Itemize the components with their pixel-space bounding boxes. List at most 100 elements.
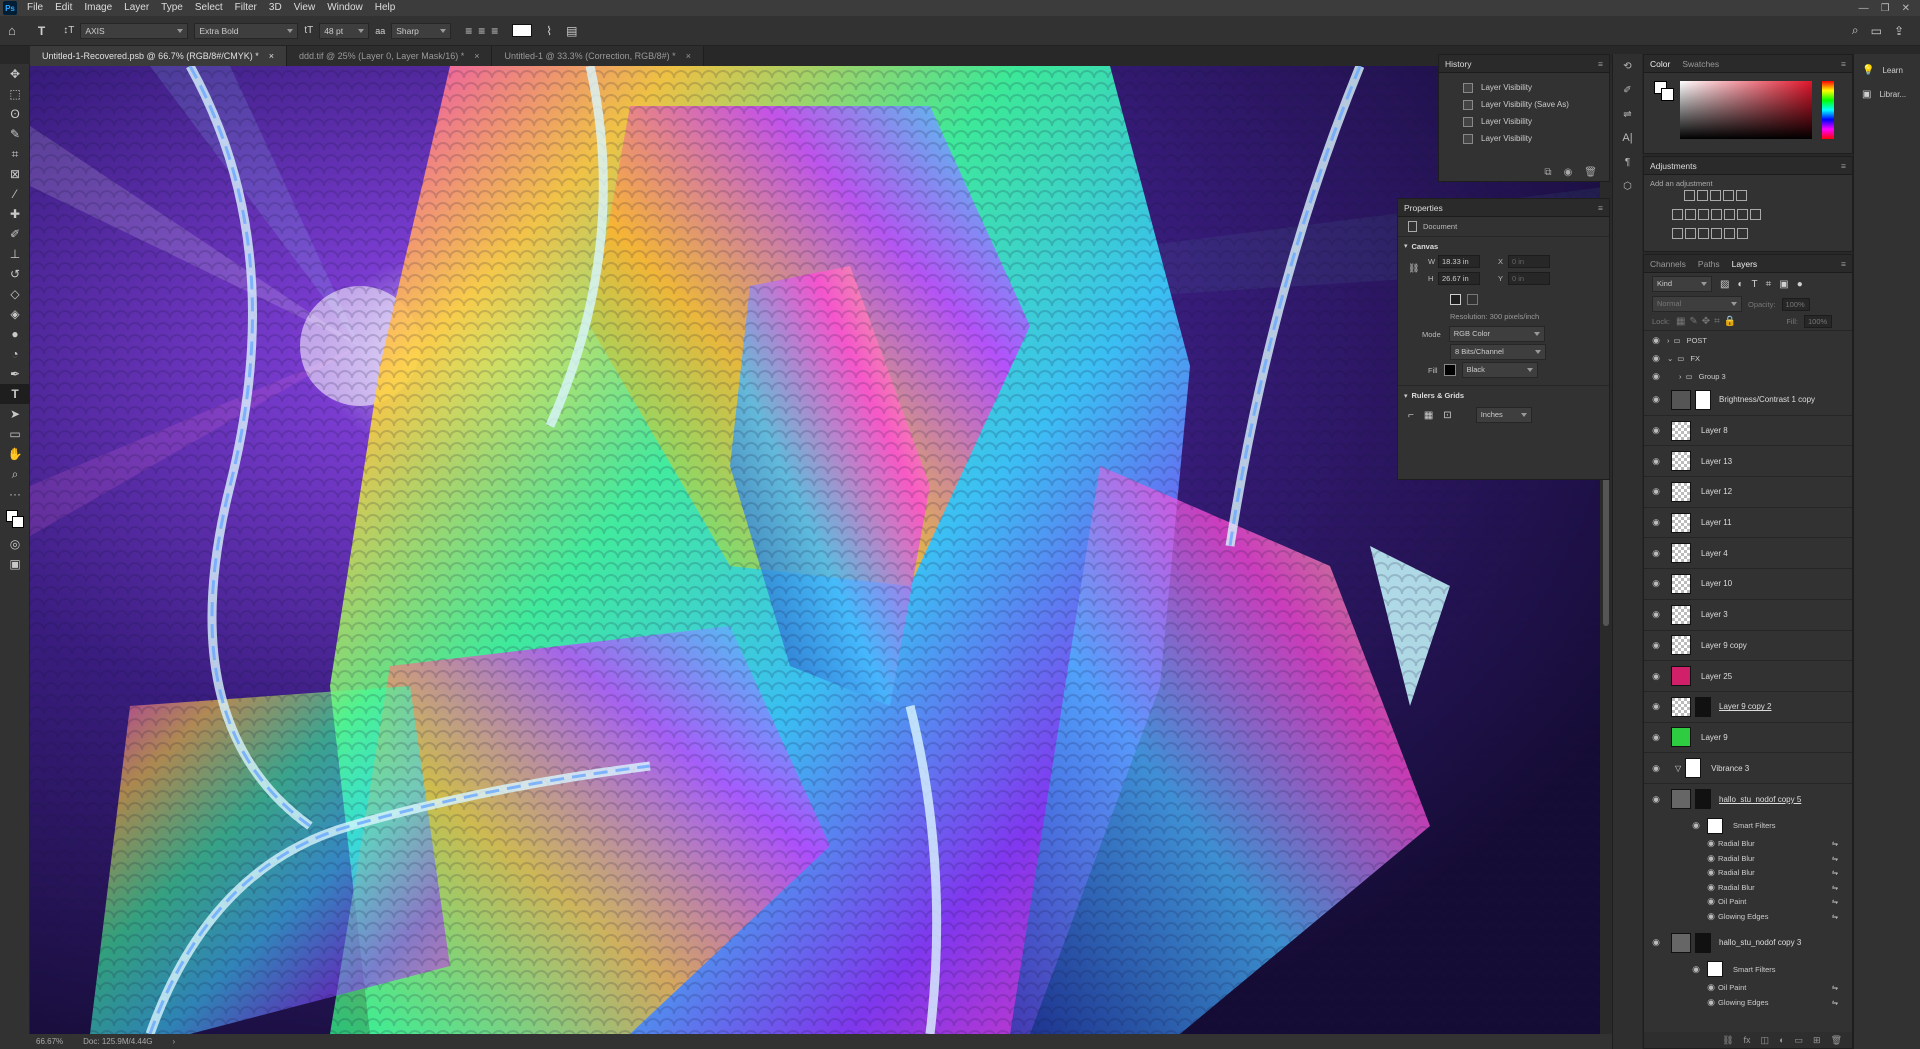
filter-type-icon[interactable]: T: [1752, 279, 1758, 290]
eye-icon[interactable]: ◉: [1689, 820, 1703, 831]
layer-group-row[interactable]: ◉ ⌄ ▭ FX: [1644, 349, 1852, 367]
layer-row[interactable]: ◉ hallo_stu_nodof copy 3: [1644, 928, 1852, 959]
filter-row[interactable]: ◉ Oil Paint ⇋: [1644, 980, 1852, 995]
menu-image[interactable]: Image: [78, 0, 118, 16]
eye-icon[interactable]: ◉: [1649, 794, 1663, 805]
menu-edit[interactable]: Edit: [49, 0, 78, 16]
eye-icon[interactable]: ◉: [1649, 701, 1663, 712]
filter-options-icon[interactable]: ⇋: [1832, 983, 1838, 992]
history-item[interactable]: Layer Visibility (Save As): [1439, 96, 1609, 113]
panel-menu-icon[interactable]: ≡: [1598, 59, 1603, 69]
eye-icon[interactable]: ◉: [1649, 371, 1663, 382]
history-item[interactable]: Layer Visibility: [1439, 130, 1609, 147]
paragraph-icon[interactable]: ¶: [1613, 150, 1642, 174]
close-icon[interactable]: ×: [269, 46, 274, 66]
eye-icon[interactable]: ◉: [1649, 335, 1663, 346]
eye-icon[interactable]: ◉: [1704, 896, 1718, 907]
tab-swatches[interactable]: Swatches: [1682, 59, 1719, 69]
eye-icon[interactable]: ◉: [1649, 456, 1663, 467]
layer-filter-dropdown[interactable]: Kind: [1652, 276, 1712, 292]
tab-color[interactable]: Color: [1650, 59, 1670, 69]
layer-row[interactable]: ◉ Layer 9 copy: [1644, 631, 1852, 662]
layer-row[interactable]: ◉ Layer 3: [1644, 600, 1852, 631]
close-icon[interactable]: ✕: [1902, 3, 1910, 14]
eye-icon[interactable]: ◉: [1649, 671, 1663, 682]
landscape-icon[interactable]: [1467, 293, 1478, 305]
toggle-orientation-icon[interactable]: ↕T: [63, 25, 74, 36]
layer-row[interactable]: ◉ ▽ Vibrance 3: [1644, 753, 1852, 784]
menu-filter[interactable]: Filter: [229, 0, 263, 16]
eye-icon[interactable]: ◉: [1649, 937, 1663, 948]
close-icon[interactable]: ×: [474, 46, 479, 66]
tab-layers[interactable]: Layers: [1732, 259, 1758, 269]
lasso-tool-icon[interactable]: ʘ: [0, 104, 30, 124]
home-icon[interactable]: ⌂: [8, 23, 16, 38]
filter-options-icon[interactable]: ⇋: [1832, 897, 1838, 906]
align-center-icon[interactable]: ≡: [478, 24, 485, 38]
filter-toggle-icon[interactable]: ●: [1797, 279, 1803, 290]
add-mask-icon[interactable]: ◫: [1761, 1035, 1770, 1046]
learn-button[interactable]: 💡 Learn: [1854, 58, 1920, 82]
tab-document-2[interactable]: ddd.tif @ 25% (Layer 0, Layer Mask/16) *…: [287, 46, 493, 66]
link-icon[interactable]: ⛓: [1408, 263, 1419, 274]
filter-options-icon[interactable]: ⇋: [1832, 883, 1838, 892]
pen-tool-icon[interactable]: ✒: [0, 364, 30, 384]
fill-color-swatch[interactable]: [1443, 364, 1456, 376]
document-canvas[interactable]: [30, 66, 1612, 1034]
layer-row[interactable]: ◉ Layer 8: [1644, 416, 1852, 447]
rectangle-tool-icon[interactable]: ▭: [0, 424, 30, 444]
eye-icon[interactable]: ◉: [1649, 517, 1663, 528]
filter-options-icon[interactable]: ⇋: [1832, 912, 1838, 921]
hue-slider[interactable]: [1822, 81, 1834, 139]
new-document-from-state-icon[interactable]: ⧉: [1544, 167, 1551, 178]
layer-row[interactable]: ◉ Layer 9 copy 2: [1644, 692, 1852, 723]
layer-row[interactable]: ◉ Layer 13: [1644, 446, 1852, 478]
eye-icon[interactable]: ◉: [1704, 911, 1718, 922]
eyedropper-tool-icon[interactable]: ⁄: [0, 184, 30, 204]
panel-menu-icon[interactable]: ≡: [1841, 161, 1846, 171]
eye-icon[interactable]: ◉: [1649, 548, 1663, 559]
trash-icon[interactable]: 🗑: [1584, 167, 1597, 178]
libraries-button[interactable]: ▣ Librar...: [1854, 82, 1920, 106]
portrait-icon[interactable]: [1450, 293, 1461, 305]
layer-group-row[interactable]: ◉ › ▭ POST: [1644, 331, 1852, 349]
layer-row[interactable]: ◉ Layer 10: [1644, 569, 1852, 600]
height-field[interactable]: 26.67 in: [1438, 272, 1480, 285]
layer-row[interactable]: ◉ Layer 25: [1644, 661, 1852, 692]
hand-tool-icon[interactable]: ✋: [0, 444, 30, 464]
filter-options-icon[interactable]: ⇋: [1832, 854, 1838, 863]
minimize-icon[interactable]: —: [1859, 3, 1869, 14]
eye-icon[interactable]: ◉: [1649, 640, 1663, 651]
eye-icon[interactable]: ◉: [1649, 763, 1663, 774]
quick-select-tool-icon[interactable]: ✎: [0, 124, 30, 144]
type-tool-icon[interactable]: T: [38, 24, 45, 38]
layer-row[interactable]: ◉ Layer 4: [1644, 538, 1852, 570]
character-panel-icon[interactable]: ▤: [566, 24, 577, 38]
filter-smart-icon[interactable]: ▣: [1779, 279, 1788, 290]
paint-bucket-tool-icon[interactable]: ◈: [0, 304, 30, 324]
healing-brush-tool-icon[interactable]: ✚: [0, 204, 30, 224]
menu-select[interactable]: Select: [189, 0, 229, 16]
eye-icon[interactable]: ◉: [1704, 867, 1718, 878]
tab-channels[interactable]: Channels: [1650, 259, 1686, 269]
filter-row[interactable]: ◉ Glowing Edges ⇋: [1644, 909, 1852, 924]
brush-tool-icon[interactable]: ✐: [0, 224, 30, 244]
3d-icon[interactable]: ⬡: [1613, 174, 1642, 198]
eye-icon[interactable]: ◉: [1649, 486, 1663, 497]
eye-icon[interactable]: ◉: [1649, 394, 1663, 405]
color-picker-field[interactable]: [1680, 81, 1812, 139]
link-layers-icon[interactable]: ⛓: [1722, 1035, 1733, 1046]
new-adjustment-icon[interactable]: ◐: [1779, 1035, 1784, 1045]
marquee-tool-icon[interactable]: ⬚: [0, 84, 30, 104]
eye-icon[interactable]: ◉: [1649, 578, 1663, 589]
fg-bg-color-icon[interactable]: [1654, 81, 1674, 101]
frame-tool-icon[interactable]: ⊠: [0, 164, 30, 184]
filter-row[interactable]: ◉ Radial Blur ⇋: [1644, 837, 1852, 852]
character-icon[interactable]: A|: [1613, 126, 1642, 150]
align-left-icon[interactable]: ≡: [465, 24, 472, 38]
fx-icon[interactable]: fx: [1744, 1035, 1751, 1045]
align-right-icon[interactable]: ≡: [491, 24, 498, 38]
opacity-field[interactable]: 100%: [1781, 297, 1810, 311]
panel-menu-icon[interactable]: ≡: [1841, 259, 1846, 269]
blur-tool-icon[interactable]: ●: [0, 324, 30, 344]
